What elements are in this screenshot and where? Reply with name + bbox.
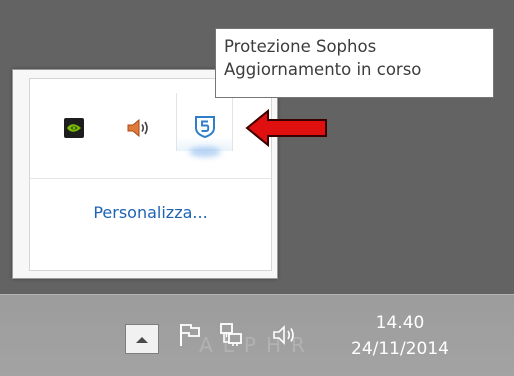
clock-time: 14.40: [375, 313, 425, 333]
network-icon[interactable]: [218, 322, 244, 348]
volume-icon[interactable]: [271, 322, 299, 348]
show-hidden-icons-button[interactable]: [125, 324, 159, 354]
tray-item-nvidia[interactable]: [58, 105, 90, 151]
sophos-tooltip: Protezione Sophos Aggiornamento in corso: [215, 28, 494, 98]
taskbar: ALPHR 14.40 24/11/2014: [0, 294, 514, 376]
tooltip-title: Protezione Sophos: [224, 37, 377, 56]
personalize-link[interactable]: Personalizza...: [30, 203, 271, 222]
screen: { "tooltip": { "line1": "Protezione Soph…: [0, 0, 514, 376]
tray-item-sophos[interactable]: [176, 93, 233, 157]
flyout-panel: Personalizza...: [29, 78, 272, 271]
chevron-up-icon: [136, 336, 148, 343]
flyout-divider: [30, 178, 271, 179]
speaker-icon: [127, 118, 148, 138]
notification-overflow-flyout: Personalizza...: [12, 69, 278, 279]
tooltip-status: Aggiornamento in corso: [224, 60, 422, 79]
tray-item-volume[interactable]: [123, 105, 155, 151]
sophos-updating-glow: [189, 147, 221, 157]
taskbar-clock[interactable]: 14.40 24/11/2014: [330, 310, 470, 362]
action-center-flag-icon[interactable]: [178, 322, 202, 348]
nvidia-icon: [64, 118, 84, 138]
clock-date: 24/11/2014: [351, 339, 449, 359]
red-arrow-annotation-icon: [245, 108, 327, 148]
sophos-icon: [194, 116, 215, 139]
